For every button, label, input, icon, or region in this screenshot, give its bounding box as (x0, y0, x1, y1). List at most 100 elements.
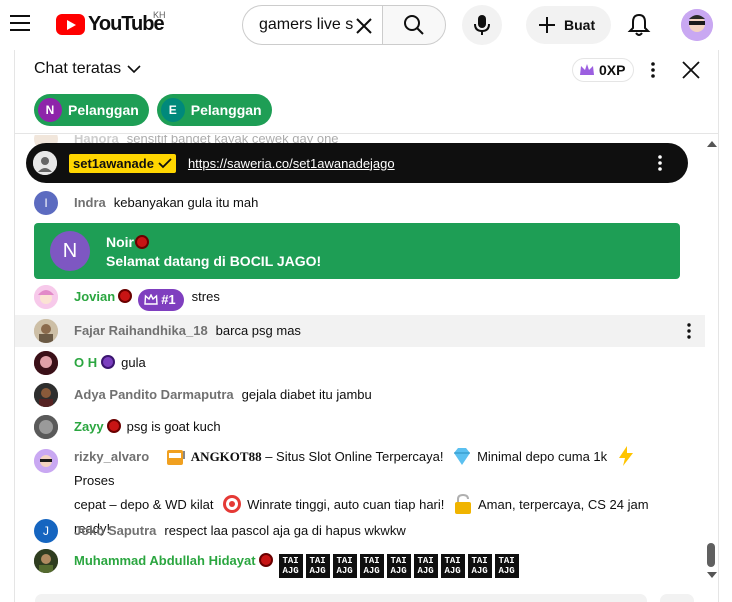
custom-emoji: TAI AJG (440, 554, 465, 578)
custom-emoji: TAI AJG (386, 554, 411, 578)
avatar: N (50, 231, 90, 271)
avatar (34, 351, 58, 375)
chat-header: Chat teratas 0XP N Pelanggan E Pelanggan (15, 50, 718, 134)
spam-text-5: Winrate tinggi, auto cuan tiap hari! (247, 497, 445, 512)
masthead: YouTube KH gamers live s Buat (0, 0, 732, 50)
xp-value: 0XP (599, 62, 626, 78)
voice-search-button[interactable] (462, 5, 502, 45)
custom-emoji: TAI AJG (467, 554, 492, 578)
avatar: J (34, 519, 58, 543)
chat-message: Muhammad Abdullah Hidayat TAI AJGTAI AJGTAI… (15, 549, 705, 578)
message-text: barca psg mas (215, 323, 301, 338)
scroll-down-arrow-icon[interactable] (707, 572, 717, 578)
plus-icon (539, 17, 555, 33)
create-button[interactable]: Buat (526, 6, 611, 44)
chat-mode-label: Chat teratas (34, 60, 122, 77)
scroll-thumb[interactable] (707, 543, 715, 567)
member-chip[interactable]: E Pelanggan (156, 94, 272, 126)
microphone-icon (474, 15, 490, 35)
author-name[interactable]: Jovian (74, 289, 115, 304)
chat-input[interactable] (35, 594, 647, 602)
welcome-card: N Noir Selamat datang di BOCIL JAGO! (34, 223, 680, 279)
checkmark-icon (158, 158, 172, 169)
author-name[interactable]: Fajar Raihandhika_18 (74, 323, 208, 338)
message-more-icon[interactable] (679, 321, 699, 341)
search-value: gamers live s (259, 16, 354, 33)
avatar (33, 151, 57, 175)
author-name[interactable]: O H (74, 355, 97, 370)
spam-text-4: cepat – depo & WD kilat (74, 497, 214, 512)
youtube-play-icon (56, 14, 85, 35)
welcome-author[interactable]: Noir (106, 234, 134, 250)
xp-badge[interactable]: 0XP (572, 58, 635, 82)
avatar (34, 549, 58, 573)
search-icon (404, 15, 424, 35)
message-text: stres (191, 289, 220, 304)
custom-emoji: TAI AJG (332, 554, 357, 578)
spam-brand: ANGKOT88 (190, 449, 262, 464)
pinned-link[interactable]: https://saweria.co/set1awanadejago (188, 156, 395, 171)
search-button[interactable] (382, 5, 446, 45)
chip-avatar: N (38, 98, 62, 122)
member-badge-icon (135, 234, 149, 249)
pinned-more-icon[interactable] (650, 153, 670, 173)
author-name[interactable]: Muhammad Abdullah Hidayat (74, 553, 256, 568)
custom-emoji: TAI AJG (413, 554, 438, 578)
gem-icon (454, 448, 471, 465)
spam-text-3: Proses (74, 473, 115, 488)
chat-scrollbar[interactable] (705, 135, 718, 582)
chevron-down-icon (127, 65, 141, 74)
notifications-bell-icon[interactable] (626, 12, 652, 38)
target-icon (223, 495, 242, 513)
clear-search-icon[interactable] (354, 16, 374, 36)
message-text: gejala diabet itu jambu (241, 387, 372, 402)
search-input[interactable]: gamers live s (242, 5, 382, 45)
custom-emoji: TAI AJG (494, 554, 519, 578)
avatar (34, 383, 58, 407)
close-icon[interactable] (680, 59, 702, 81)
author-name[interactable]: Joko Saputra (74, 523, 156, 538)
account-avatar[interactable] (681, 9, 713, 41)
chat-messages[interactable]: Hanora sensitif banget kayak cewek gay on… (15, 135, 705, 582)
crown-icon (580, 64, 594, 75)
avatar (34, 285, 58, 309)
chat-message: Zayy psg is goat kuch (15, 415, 705, 439)
scroll-up-arrow-icon[interactable] (707, 141, 717, 147)
menu-icon[interactable] (10, 15, 30, 31)
chat-message: O H gula (15, 351, 705, 375)
author-name[interactable]: Indra (74, 195, 106, 210)
message-text: gula (121, 355, 146, 370)
author-name[interactable]: rizky_alvaro (74, 449, 149, 464)
owner-name: set1awanade (73, 155, 154, 171)
country-code: KH (153, 10, 166, 20)
author-name[interactable]: Adya Pandito Darmaputra (74, 387, 234, 402)
custom-emoji-row: TAI AJGTAI AJGTAI AJGTAI AJGTAI AJGTAI AJGTAI A… (278, 553, 522, 578)
member-badge-icon (258, 553, 273, 567)
custom-emoji: TAI AJG (278, 554, 303, 578)
live-chat-panel: Chat teratas 0XP N Pelanggan E Pelanggan… (14, 50, 719, 602)
crown-icon (144, 294, 158, 305)
lock-icon (455, 493, 471, 514)
member-chip[interactable]: N Pelanggan (34, 94, 149, 126)
chat-message: Adya Pandito Darmaputra gejala diabet itu… (15, 383, 705, 407)
avatar (34, 319, 58, 343)
emoji-button[interactable] (660, 594, 694, 602)
member-badge-icon (106, 419, 121, 433)
author-name[interactable]: Zayy (74, 419, 104, 434)
youtube-logo[interactable]: YouTube (56, 13, 165, 36)
avatar (34, 449, 58, 473)
owner-badge[interactable]: set1awanade (69, 153, 176, 173)
avatar (34, 415, 58, 439)
lightning-icon (618, 446, 633, 466)
chip-label: Pelanggan (190, 102, 262, 118)
more-options-icon[interactable] (643, 60, 663, 80)
slot-machine-icon (166, 450, 185, 465)
member-chips: N Pelanggan E Pelanggan (34, 94, 272, 126)
message-text: kebanyakan gula itu mah (113, 195, 259, 210)
chip-avatar: E (160, 98, 185, 122)
member-badge-icon (118, 289, 133, 303)
rank-value: #1 (161, 292, 176, 307)
member-badge-icon (101, 355, 116, 369)
avatar: I (34, 191, 58, 215)
chat-mode-dropdown[interactable]: Chat teratas (34, 60, 141, 78)
